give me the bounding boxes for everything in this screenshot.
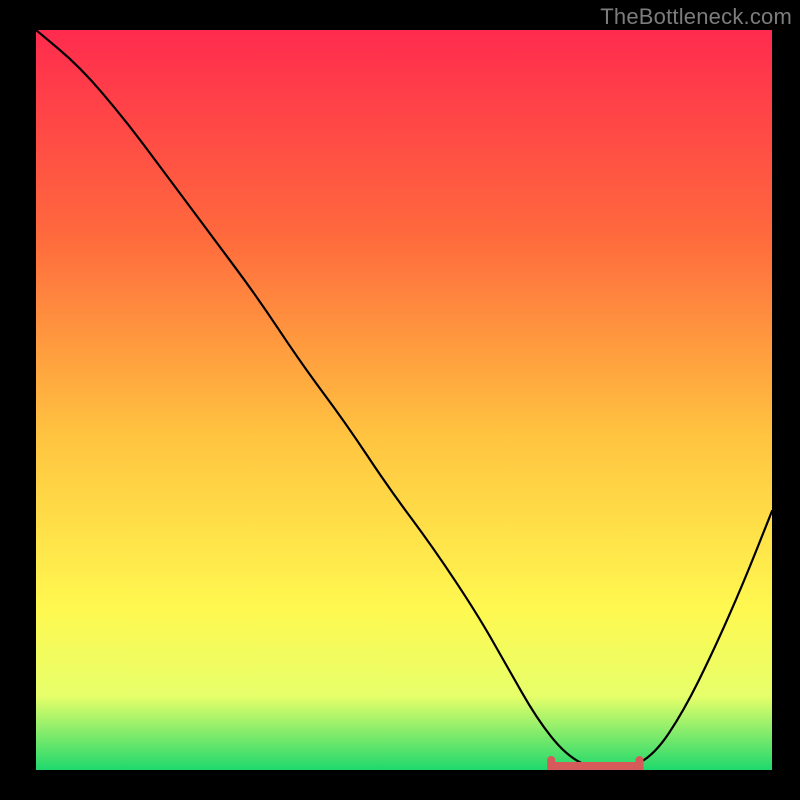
- bottleneck-chart: [36, 30, 772, 770]
- attribution-label: TheBottleneck.com: [600, 4, 792, 30]
- gradient-background: [36, 30, 772, 770]
- chart-container: [36, 30, 772, 770]
